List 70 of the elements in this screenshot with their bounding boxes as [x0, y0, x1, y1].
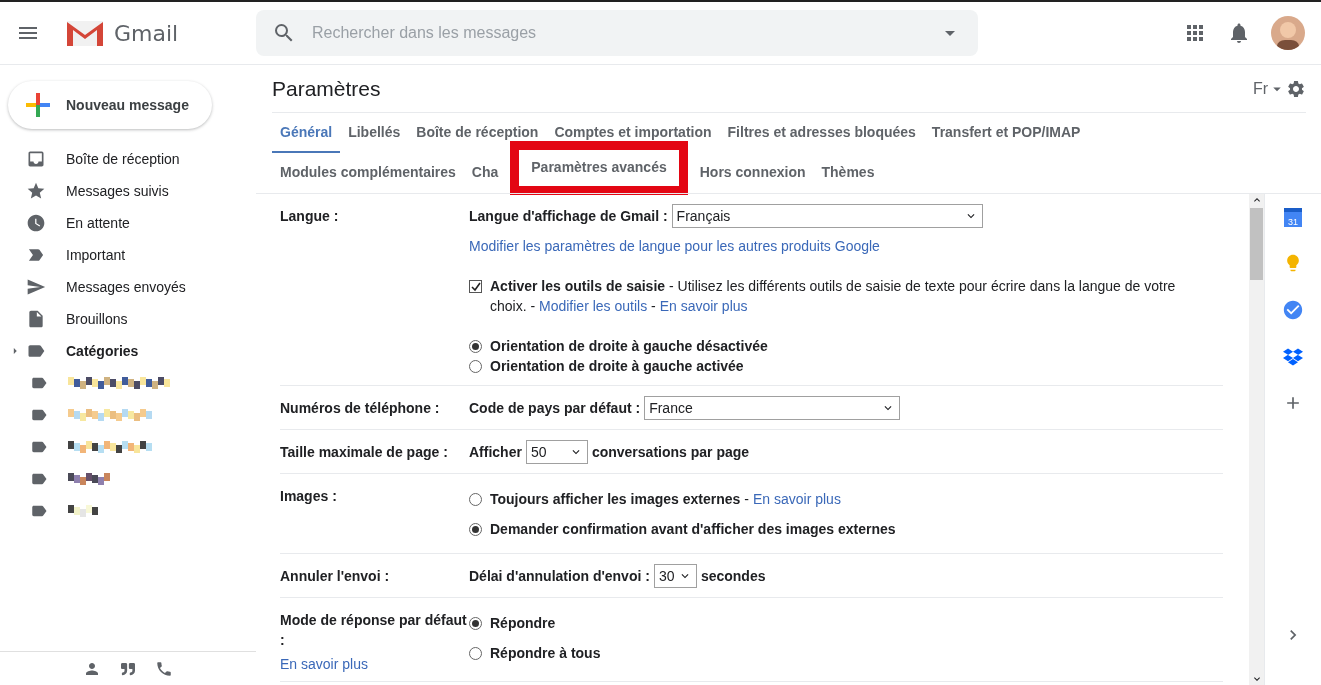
- settings-tab[interactable]: Général: [272, 113, 341, 153]
- radio-label: Orientation de droite à gauche désactivée: [490, 337, 768, 356]
- settings-tab[interactable]: Paramètres avancés: [523, 150, 675, 186]
- setting-label: Numéros de téléphone :: [280, 399, 440, 418]
- app-name: Gmail: [114, 20, 179, 46]
- link[interactable]: En savoir plus: [280, 656, 368, 672]
- radio-label: Toujours afficher les images externes: [490, 490, 741, 509]
- settings-tab[interactable]: Filtres et adresses bloquées: [719, 113, 924, 153]
- envelope-logo-icon: [66, 19, 104, 47]
- send-icon: [26, 277, 46, 297]
- setting-label: Langue :: [280, 207, 339, 226]
- checkbox[interactable]: [469, 280, 482, 293]
- settings-tab[interactable]: Boîte de réception: [408, 113, 547, 153]
- nav-item[interactable]: Important: [66, 247, 126, 263]
- settings-tab[interactable]: Transfert et POP/IMAP: [923, 113, 1089, 153]
- select-label: Afficher: [469, 443, 522, 462]
- dropdown[interactable]: Français: [671, 204, 983, 228]
- checkbox-description: Activer les outils de saisie - Utilisez les différents outils de saisie de texte pour écrire dans la langue de votre choix. - Modifier les outils - En savoir plus: [490, 277, 1177, 316]
- radio-label: Orientation de droite à gauche activée: [490, 357, 744, 376]
- phone-icon[interactable]: [155, 659, 173, 678]
- page-title: Paramètres: [272, 76, 381, 101]
- nav-item[interactable]: Messages suivis: [66, 183, 169, 199]
- link[interactable]: Modifier les outils: [539, 298, 648, 314]
- link[interactable]: En savoir plus: [752, 489, 841, 509]
- settings-tab[interactable]: Modules complémentaires: [272, 153, 464, 193]
- chat-icon[interactable]: [121, 661, 135, 676]
- link[interactable]: En savoir plus: [659, 298, 748, 314]
- search-bar[interactable]: Rechercher dans les messages: [256, 10, 978, 56]
- radio-label: Répondre: [490, 614, 556, 633]
- settings-icon[interactable]: [1286, 78, 1306, 99]
- select-label: Délai d'annulation d'envoi :: [469, 567, 650, 586]
- avatar[interactable]: [1271, 16, 1305, 50]
- separator-text: -: [744, 490, 749, 509]
- dropdown[interactable]: 30: [653, 564, 697, 588]
- nav-item[interactable]: Brouillons: [66, 311, 128, 327]
- settings-tab[interactable]: Cha: [463, 153, 507, 193]
- clock-icon: [26, 213, 46, 233]
- language-menu[interactable]: Fr: [1252, 79, 1268, 98]
- setting-label: Annuler l'envoi :: [280, 567, 390, 586]
- settings-tab[interactable]: Libellés: [340, 113, 409, 153]
- dropdown[interactable]: France: [644, 396, 901, 420]
- link[interactable]: Modifier les paramètres de langue pour les autres produits Google: [469, 236, 880, 256]
- calendar-icon[interactable]: 31: [1284, 208, 1302, 227]
- select-suffix: secondes: [700, 567, 766, 586]
- scrollbar-track[interactable]: [1249, 194, 1264, 685]
- setting-label: Mode de réponse par défaut :: [280, 611, 468, 650]
- nav-item[interactable]: Catégories: [66, 343, 139, 359]
- scrollbar-thumb[interactable]: [1250, 208, 1263, 280]
- select-suffix: conversations par page: [591, 443, 750, 462]
- radio-label: Demander confirmation avant d'afficher des images externes: [490, 520, 896, 539]
- star-icon: [26, 181, 46, 201]
- setting-label: Taille maximale de page :: [280, 443, 448, 462]
- inbox-icon: [26, 149, 46, 169]
- settings-tab[interactable]: Hors connexion: [691, 153, 814, 193]
- select-label: Langue d'affichage de Gmail :: [469, 207, 668, 226]
- checkmark-icon: [470, 281, 481, 292]
- nav-item[interactable]: En attente: [66, 215, 130, 231]
- settings-tab[interactable]: Thèmes: [813, 153, 883, 193]
- plus-icon: [24, 91, 52, 119]
- compose-button[interactable]: Nouveau message: [8, 81, 212, 129]
- radio-label: Répondre à tous: [490, 644, 601, 663]
- select-label: Code de pays par défaut :: [469, 399, 641, 418]
- setting-label: Images :: [280, 487, 337, 506]
- dropbox-icon[interactable]: [1283, 347, 1303, 367]
- dropdown[interactable]: 50: [525, 440, 588, 464]
- nav-item[interactable]: Messages envoyés: [66, 279, 186, 295]
- search-input[interactable]: Rechercher dans les messages: [310, 18, 924, 48]
- settings-tab[interactable]: Comptes et importation: [546, 113, 720, 153]
- document-icon: [26, 309, 46, 329]
- nav-item[interactable]: Boîte de réception: [66, 151, 180, 167]
